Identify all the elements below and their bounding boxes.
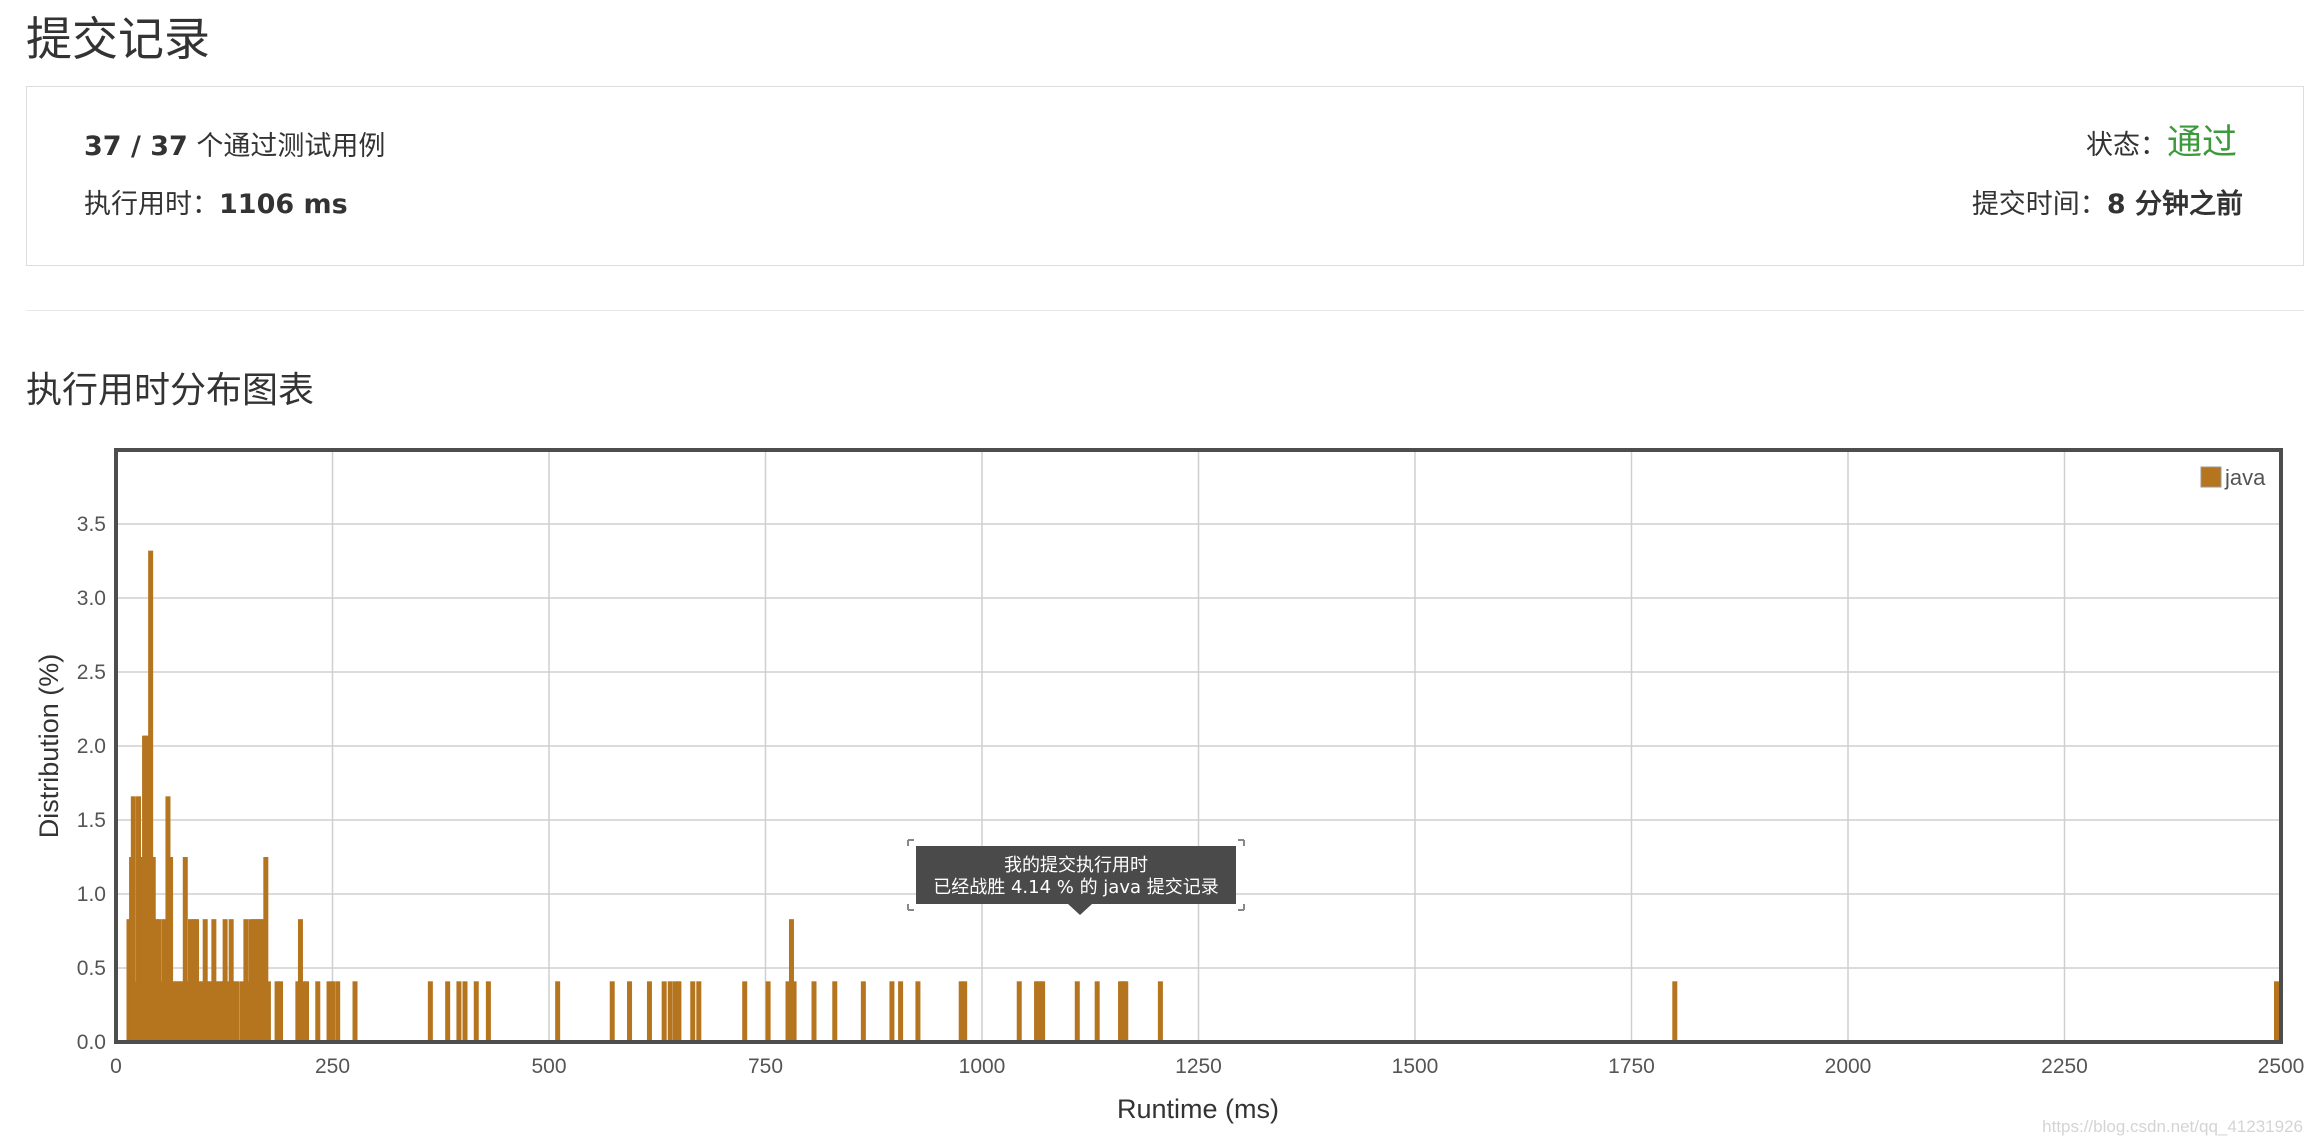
x-tick-label: 0: [110, 1055, 122, 1078]
bar[interactable]: [456, 981, 462, 1042]
bar[interactable]: [473, 981, 479, 1042]
test-cases-count: 37 / 37: [84, 131, 188, 162]
bar[interactable]: [832, 981, 838, 1042]
submit-time-info: 提交时间：8 分钟之前: [1972, 187, 2243, 223]
bar[interactable]: [1094, 981, 1100, 1042]
bar[interactable]: [898, 981, 904, 1042]
x-axis-label: Runtime (ms): [1117, 1094, 1279, 1124]
section-title: 执行用时分布图表: [26, 370, 315, 411]
x-tick-label: 1750: [1608, 1055, 1655, 1078]
bar[interactable]: [2274, 981, 2279, 1042]
y-axis-label: Distribution (%): [34, 654, 64, 839]
status-info: 状态：通过: [2086, 125, 2237, 164]
chart-legend[interactable]: java: [2200, 465, 2266, 490]
bar[interactable]: [676, 981, 682, 1042]
bar[interactable]: [696, 981, 702, 1042]
legend-swatch-java: [2200, 466, 2222, 488]
submit-time-label: 提交时间：: [1971, 189, 2107, 220]
x-tick-label: 2000: [1825, 1055, 1872, 1078]
bar[interactable]: [427, 981, 433, 1042]
submission-summary-panel: 37 / 37 个通过测试用例 执行用时：1106 ms 状态：通过 提交时间：…: [26, 86, 2304, 266]
bar[interactable]: [335, 981, 341, 1042]
bar[interactable]: [661, 981, 667, 1042]
bar[interactable]: [1157, 981, 1163, 1042]
submit-time-value: 8 分钟之前: [2106, 189, 2243, 220]
bar[interactable]: [1123, 981, 1129, 1042]
x-tick-label: 750: [748, 1055, 783, 1078]
legend-label-java[interactable]: java: [2224, 465, 2266, 490]
bar[interactable]: [765, 981, 771, 1042]
bar[interactable]: [609, 981, 615, 1042]
status-value[interactable]: 通过: [2167, 123, 2237, 163]
x-tick-label: 1500: [1392, 1055, 1439, 1078]
bar[interactable]: [962, 981, 968, 1042]
bar[interactable]: [1040, 981, 1046, 1042]
tooltip-line-1: 我的提交执行用时: [1004, 855, 1148, 876]
x-tick-label: 1000: [959, 1055, 1006, 1078]
y-tick-label: 1.5: [77, 809, 106, 832]
y-tick-label: 2.5: [77, 661, 106, 684]
status-label: 状态：: [2085, 130, 2167, 161]
tooltip-pointer: [1068, 904, 1092, 915]
chart-grid: [116, 450, 2281, 1042]
runtime-value: 1106 ms: [219, 189, 348, 220]
runtime-distribution-chart[interactable]: 0.0 0.5 1.0 1.5 2.0 2.5 3.0 3.5 0 250 500 750 1000 1…: [0, 440, 2311, 1130]
bar[interactable]: [330, 981, 335, 1042]
x-axis-ticks: 0 250 500 750 1000 1250 1500 1750 2000 2250 2500: [110, 1055, 2304, 1078]
runtime-tooltip: 我的提交执行用时 已经战胜 4.14 % 的 java 提交记录: [907, 839, 1245, 915]
bar[interactable]: [1016, 981, 1022, 1042]
x-tick-label: 1250: [1175, 1055, 1222, 1078]
bar[interactable]: [352, 981, 358, 1042]
y-tick-label: 2.0: [77, 735, 106, 758]
page-title: 提交记录: [26, 12, 210, 66]
bar[interactable]: [462, 981, 468, 1042]
bar[interactable]: [742, 981, 748, 1042]
y-tick-label: 1.0: [77, 883, 106, 906]
bar[interactable]: [1672, 981, 1678, 1042]
bar[interactable]: [485, 981, 491, 1042]
tooltip-line-2: 已经战胜 4.14 % 的 java 提交记录: [933, 877, 1219, 898]
bar[interactable]: [627, 981, 633, 1042]
section-divider: [26, 310, 2304, 311]
bar[interactable]: [315, 981, 321, 1042]
test-cases-label: 个通过测试用例: [187, 131, 386, 162]
y-tick-label: 0.0: [77, 1031, 106, 1054]
test-cases-passed: 37 / 37 个通过测试用例: [84, 129, 385, 165]
bar[interactable]: [1074, 981, 1080, 1042]
y-tick-label: 0.5: [77, 957, 106, 980]
bar[interactable]: [234, 981, 240, 1042]
x-tick-label: 250: [315, 1055, 350, 1078]
bar[interactable]: [690, 981, 696, 1042]
bar[interactable]: [265, 981, 271, 1042]
runtime-label: 执行用时：: [84, 189, 219, 220]
x-tick-label: 500: [531, 1055, 566, 1078]
bar[interactable]: [304, 981, 310, 1042]
bar[interactable]: [915, 981, 921, 1042]
bar[interactable]: [646, 981, 652, 1042]
x-tick-label: 2500: [2258, 1055, 2305, 1078]
bar[interactable]: [889, 981, 895, 1042]
bar[interactable]: [791, 981, 797, 1042]
bar[interactable]: [811, 981, 817, 1042]
bar[interactable]: [445, 981, 451, 1042]
bar[interactable]: [860, 981, 866, 1042]
bar[interactable]: [555, 981, 561, 1042]
bar[interactable]: [278, 981, 284, 1042]
x-tick-label: 2250: [2041, 1055, 2088, 1078]
y-tick-label: 3.0: [77, 587, 106, 610]
y-tick-label: 3.5: [77, 513, 106, 536]
watermark: https://blog.csdn.net/qq_41231926: [2042, 1117, 2303, 1136]
y-axis-ticks: 0.0 0.5 1.0 1.5 2.0 2.5 3.0 3.5: [77, 513, 106, 1054]
runtime-info: 执行用时：1106 ms: [84, 187, 348, 223]
bar[interactable]: [667, 981, 673, 1042]
